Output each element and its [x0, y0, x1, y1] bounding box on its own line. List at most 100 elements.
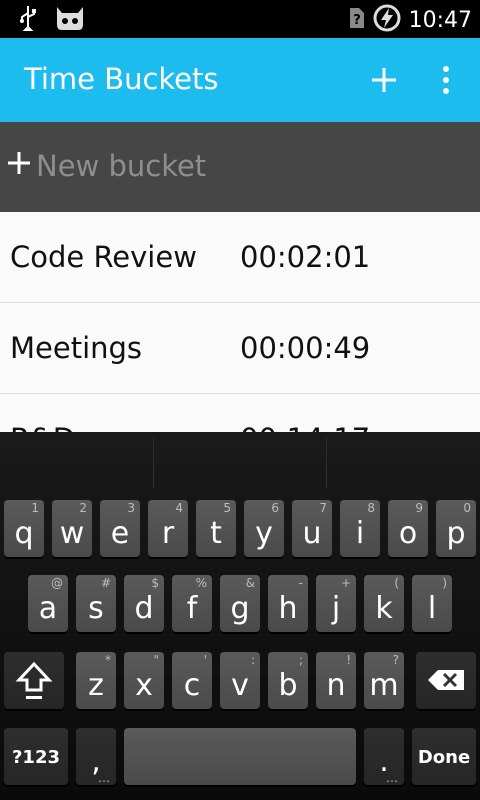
key-hint: 7 [319, 501, 327, 515]
key-hint: - [298, 576, 303, 590]
key-x[interactable]: x " [124, 652, 164, 709]
bucket-time: 00:00:49 [240, 331, 371, 365]
shift-icon [15, 661, 53, 699]
key-label: p [446, 516, 466, 551]
key-hint: @ [51, 576, 63, 590]
key-hint: " [153, 653, 159, 667]
key-a[interactable]: a @ [28, 575, 68, 632]
bucket-time: 00:14:17 [240, 422, 370, 432]
key-hint: ; [298, 653, 303, 667]
bucket-name: Meetings [10, 331, 143, 365]
key-label: h [278, 591, 298, 626]
divider [326, 438, 327, 488]
key-t[interactable]: t5 [196, 500, 236, 557]
key-label: j [331, 591, 341, 626]
key-q[interactable]: q1 [4, 500, 44, 557]
key-hint: : [250, 653, 255, 667]
divider [153, 438, 154, 488]
period-key[interactable]: .… [364, 728, 404, 785]
key-b[interactable]: b; [268, 652, 308, 709]
key-n[interactable]: n! [316, 652, 356, 709]
key-hint: * [105, 653, 111, 667]
key-i[interactable]: i8 [340, 500, 380, 557]
key-hint: 4 [175, 501, 183, 515]
key-k[interactable]: k( [364, 575, 404, 632]
key-label: v [231, 668, 249, 703]
key-z[interactable]: z * [76, 652, 116, 709]
key-hint: & [245, 576, 255, 590]
key-c[interactable]: c ' [172, 652, 212, 709]
key-w[interactable]: w2 [52, 500, 92, 557]
key-p[interactable]: p0 [436, 500, 476, 557]
key-label: c [183, 668, 201, 703]
key-j[interactable]: j + [316, 575, 356, 632]
key-hint: 6 [271, 501, 279, 515]
key-o[interactable]: o9 [388, 500, 428, 557]
key-d[interactable]: d $ [124, 575, 164, 632]
backspace-icon [428, 670, 464, 690]
list-item[interactable]: Meetings 00:00:49 [0, 303, 480, 394]
key-m[interactable]: m? [364, 652, 404, 709]
key-label: q [14, 516, 34, 551]
plus-icon [372, 68, 396, 92]
key-hint: 3 [127, 501, 135, 515]
key-hint: 2 [79, 501, 87, 515]
key-hint: 0 [463, 501, 471, 515]
key-hint: ' [203, 653, 207, 667]
done-key[interactable]: Done [412, 728, 476, 785]
key-l[interactable]: l) [412, 575, 452, 632]
comma-key[interactable]: ,… [76, 728, 116, 785]
key-label: r [161, 516, 175, 551]
svg-text:?: ? [353, 13, 361, 28]
key-h[interactable]: h- [268, 575, 308, 632]
android-face-icon [54, 5, 86, 35]
key-hint: 1 [31, 501, 39, 515]
new-bucket-input[interactable] [36, 140, 456, 192]
key-y[interactable]: y6 [244, 500, 284, 557]
key-s[interactable]: s # [76, 575, 116, 632]
key-r[interactable]: r4 [148, 500, 188, 557]
key-label: k [375, 591, 393, 626]
key-label: m [369, 668, 399, 703]
add-bucket-button[interactable] [360, 56, 408, 104]
bucket-list: Code Review 00:02:01 Meetings 00:00:49 R… [0, 212, 480, 432]
key-label: Done [417, 747, 471, 768]
list-item[interactable]: Code Review 00:02:01 [0, 212, 480, 303]
key-label: b [278, 668, 298, 703]
key-label: e [110, 516, 130, 551]
list-item[interactable]: R&D 00:14:17 [0, 394, 480, 432]
key-label: i [355, 516, 365, 551]
key-label: a [38, 591, 58, 626]
usb-icon [18, 5, 38, 35]
key-f[interactable]: f% [172, 575, 212, 632]
key-hint: ? [392, 653, 399, 667]
key-e[interactable]: e3 [100, 500, 140, 557]
key-label: d [134, 591, 154, 626]
plus-icon [8, 152, 30, 174]
bucket-name: Code Review [10, 240, 197, 274]
new-bucket-bar [0, 122, 480, 212]
key-u[interactable]: u7 [292, 500, 332, 557]
key-label: t [210, 516, 222, 551]
shift-key[interactable] [4, 652, 64, 709]
key-label: . [379, 744, 389, 779]
more-vert-icon [443, 66, 449, 94]
more-keys-dots: … [386, 771, 398, 785]
backspace-key[interactable] [416, 652, 476, 709]
overflow-menu-button[interactable] [420, 56, 472, 104]
status-bar: ? 10:47 [0, 0, 480, 38]
symbols-key[interactable]: ?123 [4, 728, 68, 785]
key-v[interactable]: v: [220, 652, 260, 709]
page-title: Time Buckets [24, 62, 219, 96]
key-label: x [135, 668, 153, 703]
key-label: s [88, 591, 104, 626]
key-label: y [255, 516, 273, 551]
bucket-name: R&D [10, 422, 75, 432]
key-label: g [230, 591, 250, 626]
key-label: ?123 [11, 747, 60, 768]
space-key[interactable] [124, 728, 356, 785]
key-hint: ) [442, 576, 447, 590]
key-label: z [88, 668, 104, 703]
key-label: u [302, 516, 322, 551]
key-g[interactable]: g & [220, 575, 260, 632]
